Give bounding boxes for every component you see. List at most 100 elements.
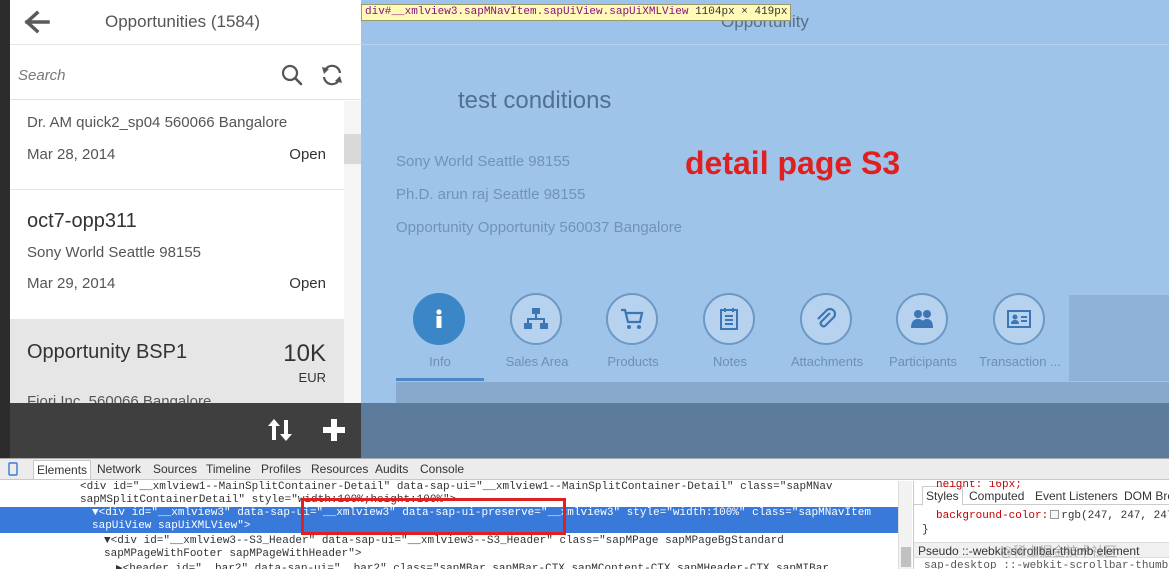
- item-attribute: Sony World Seattle 98155: [27, 244, 202, 261]
- cart-icon: [621, 308, 644, 329]
- tab-products[interactable]: Products: [589, 293, 677, 379]
- object-attribute: Sony World Seattle 98155: [396, 153, 571, 170]
- item-status: Open: [289, 275, 326, 292]
- pseudo-selector[interactable]: sap-desktop ::-webkit-scrollbar-thumb: [924, 560, 1168, 569]
- dom-line[interactable]: ▶<header id="__bar2" data-sap-ui="__bar2…: [0, 561, 912, 569]
- devtools-tab-audits[interactable]: Audits: [375, 462, 408, 476]
- object-attribute: Ph.D. arun raj Seattle 98155: [396, 186, 586, 203]
- styles-tab-dom-breakpoints[interactable]: DOM Breakpoints: [1124, 489, 1169, 503]
- style-rule-close: }: [922, 524, 929, 536]
- devtools-toolbar: Elements Network Sources Timeline Profil…: [0, 459, 1169, 480]
- object-attribute: Opportunity Opportunity 560037 Bangalore: [396, 219, 683, 236]
- detail-footer: [361, 403, 1169, 458]
- tab-icon-circle: [606, 293, 658, 345]
- active-tab-indicator: [396, 378, 484, 381]
- paperclip-icon: [817, 307, 837, 328]
- list-scroll-thumb[interactable]: [344, 134, 361, 164]
- tab-icon-circle: [993, 293, 1045, 345]
- highlight-box: [301, 498, 566, 535]
- detail-page-annotation: detail page S3: [685, 145, 901, 181]
- search-bar: [10, 52, 361, 100]
- item-number: 10K: [283, 340, 326, 367]
- tab-info[interactable]: Info: [396, 293, 484, 379]
- style-property: background-color:: [936, 510, 1049, 522]
- tab-label: Info: [429, 354, 451, 369]
- tab-icon-circle: [510, 293, 562, 345]
- people-icon: [911, 310, 933, 328]
- color-swatch[interactable]: [1050, 510, 1060, 519]
- list-item[interactable]: Dr. AM quick2_sp04 560066 Bangalore Mar …: [10, 101, 344, 190]
- item-unit: EUR: [298, 370, 326, 385]
- tab-label: Transaction ...: [979, 354, 1061, 369]
- search-input[interactable]: [18, 60, 276, 90]
- devtools-tab-timeline[interactable]: Timeline: [206, 462, 251, 476]
- tooltip-size: 1104px × 419px: [695, 6, 788, 18]
- detail-content-area: [396, 382, 1169, 403]
- styles-tab-computed[interactable]: Computed: [969, 489, 1024, 503]
- master-footer: [10, 403, 361, 458]
- tab-icon-circle: [800, 293, 852, 345]
- tab-bar-overflow: [1069, 295, 1169, 381]
- style-declaration[interactable]: background-color: rgb(247, 247, 247);: [936, 510, 1169, 522]
- notes-icon: [720, 308, 738, 330]
- item-status: Open: [289, 146, 326, 163]
- tab-label: Attachments: [790, 354, 864, 369]
- item-attribute: Fiori Inc. 560066 Bangalore: [27, 393, 212, 403]
- left-edge-bar: [0, 0, 10, 458]
- dom-tree-scroll-thumb[interactable]: [901, 547, 911, 567]
- item-attribute: Dr. AM quick2_sp04 560066 Bangalore: [27, 114, 288, 131]
- screen: Opportunities (1584) Dr. AM quick2_sp04 …: [0, 0, 1169, 569]
- element-inspect-tooltip: div#__xmlview3.sapMNavItem.sapUiView.sap…: [361, 4, 792, 21]
- refresh-icon[interactable]: [320, 63, 344, 87]
- styles-tab-event-listeners[interactable]: Event Listeners: [1035, 489, 1118, 503]
- master-panel: Opportunities (1584) Dr. AM quick2_sp04 …: [0, 0, 361, 458]
- id-card-icon: [1007, 310, 1031, 328]
- devtools-tab-resources[interactable]: Resources: [311, 462, 368, 476]
- devtools-tab-sources[interactable]: Sources: [153, 462, 197, 476]
- devtools-tab-profiles[interactable]: Profiles: [261, 462, 301, 476]
- list-item-selected[interactable]: Opportunity BSP1 10K EUR Fiori Inc. 5600…: [10, 320, 344, 403]
- tab-label: Notes: [713, 354, 747, 369]
- opportunity-list: Dr. AM quick2_sp04 560066 Bangalore Mar …: [10, 101, 344, 403]
- dom-line[interactable]: ▼<div id="__xmlview3--S3_Header" data-sa…: [0, 535, 912, 548]
- style-value: rgb(247, 247, 247);: [1061, 510, 1169, 522]
- item-title: oct7-opp311: [27, 210, 137, 232]
- devtools-panel: Elements Network Sources Timeline Profil…: [0, 458, 1169, 569]
- tab-label: Sales Area: [505, 354, 569, 369]
- style-declaration[interactable]: height: 16px;: [936, 481, 1022, 491]
- device-mode-icon[interactable]: [6, 462, 20, 476]
- tab-attachments[interactable]: Attachments: [783, 293, 871, 379]
- tab-icon-circle: [703, 293, 755, 345]
- sort-icon[interactable]: [265, 415, 295, 445]
- tab-participants[interactable]: Participants: [879, 293, 967, 379]
- tab-icon-circle: [896, 293, 948, 345]
- master-title: Opportunities (1584): [105, 12, 260, 31]
- tab-transaction[interactable]: Transaction ...: [976, 293, 1064, 379]
- search-icon[interactable]: [280, 63, 304, 87]
- dom-line[interactable]: sapMPageWithFooter sapMPageWithHeader">: [0, 548, 912, 561]
- org-chart-icon: [524, 308, 548, 329]
- tab-sales-area[interactable]: Sales Area: [493, 293, 581, 379]
- list-item[interactable]: oct7-opp311 Sony World Seattle 98155 Mar…: [10, 190, 344, 320]
- tab-icon-circle: [413, 293, 465, 345]
- dom-tree-scrollbar[interactable]: [898, 481, 912, 569]
- devtools-tab-elements[interactable]: Elements: [33, 460, 92, 479]
- tab-notes[interactable]: Notes: [686, 293, 774, 379]
- detail-panel: Opportunity test conditions Sony World S…: [361, 0, 1169, 458]
- item-date: Mar 29, 2014: [27, 275, 116, 292]
- object-title: test conditions: [458, 87, 612, 114]
- object-header: test conditions Sony World Seattle 98155…: [361, 45, 1169, 403]
- info-icon: [436, 309, 442, 328]
- devtools-tab-network[interactable]: Network: [97, 462, 141, 476]
- list-scrollbar[interactable]: [344, 101, 361, 403]
- tab-label: Participants: [889, 354, 957, 369]
- watermark: @稀土掘金技术社区: [1000, 544, 1118, 559]
- dom-line[interactable]: <div id="__xmlview1--MainSplitContainer-…: [0, 481, 912, 494]
- item-title: Opportunity BSP1: [27, 341, 188, 363]
- master-header: Opportunities (1584): [10, 0, 361, 45]
- tooltip-selector: div#__xmlview3.sapMNavItem.sapUiView.sap…: [365, 6, 689, 18]
- add-icon[interactable]: [319, 415, 349, 445]
- back-arrow-icon[interactable]: [22, 8, 52, 36]
- devtools-tab-console[interactable]: Console: [420, 462, 464, 476]
- tab-label: Products: [607, 354, 659, 369]
